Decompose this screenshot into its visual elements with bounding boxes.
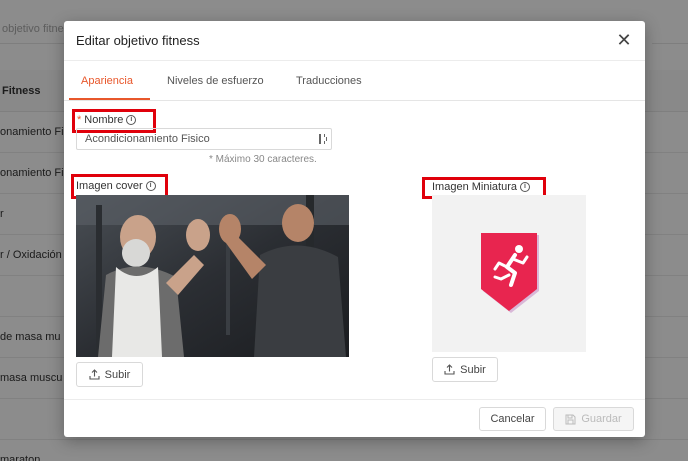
modal-footer: Cancelar Guardar: [64, 399, 645, 437]
save-icon: [565, 414, 576, 424]
cover-upload-label: Subir: [104, 368, 131, 381]
tab-bar: Apariencia Niveles de esfuerzo Traduccio…: [64, 61, 645, 101]
required-mark: *: [77, 114, 82, 126]
upload-icon: [444, 364, 455, 375]
thumbnail-upload-button[interactable]: Subir: [432, 357, 498, 382]
modal-title: Editar objetivo fitness: [76, 33, 200, 48]
close-icon[interactable]: ✕: [613, 29, 635, 51]
save-button[interactable]: Guardar: [553, 407, 634, 431]
info-icon[interactable]: i: [145, 181, 156, 191]
edit-fitness-goal-modal: Editar objetivo fitness ✕ Apariencia Niv…: [64, 21, 645, 437]
thumbnail-label-text: Imagen Miniatura: [432, 181, 517, 193]
name-hint: * Máximo 30 caracteres.: [209, 154, 317, 165]
name-input[interactable]: Acondicionamiento Fisico: [76, 128, 332, 150]
info-icon[interactable]: i: [520, 182, 530, 192]
thumbnail-label: Imagen Miniatura i: [432, 181, 530, 193]
cover-upload-button[interactable]: Subir: [76, 362, 143, 387]
thumbnail-upload-label: Subir: [460, 363, 486, 376]
cover-image: [76, 195, 349, 357]
thumbnail-preview: [432, 195, 586, 352]
name-label-text: Nombre: [84, 114, 124, 126]
name-label: * Nombre i: [77, 114, 137, 126]
text-cursor-icon: [318, 132, 330, 146]
info-icon[interactable]: i: [126, 115, 137, 125]
active-tab-indicator: [69, 98, 150, 100]
save-label: Guardar: [581, 413, 622, 425]
tab-apariencia[interactable]: Apariencia: [81, 61, 133, 101]
tab-traducciones[interactable]: Traducciones: [296, 61, 362, 101]
cover-label-text: Imagen cover: [76, 180, 143, 192]
modal-header: Editar objetivo fitness ✕: [64, 21, 645, 61]
cancel-button[interactable]: Cancelar: [479, 407, 546, 431]
cover-label: Imagen cover i: [76, 180, 156, 192]
tab-niveles-de-esfuerzo[interactable]: Niveles de esfuerzo: [167, 61, 264, 101]
running-badge-icon: [481, 233, 539, 313]
upload-icon: [89, 369, 100, 380]
